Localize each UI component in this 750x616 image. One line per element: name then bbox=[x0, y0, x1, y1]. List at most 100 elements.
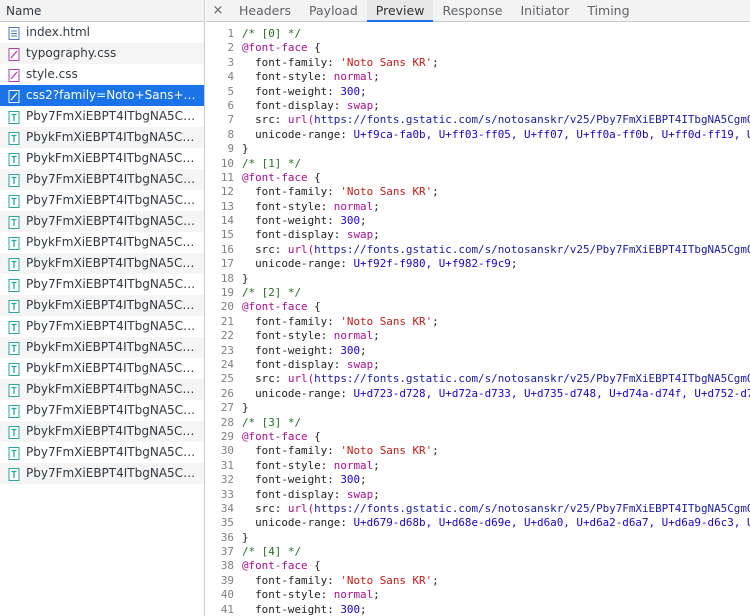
request-row[interactable]: Pby7FmXiEBPT4ITbgNA5Cgm... bbox=[0, 316, 204, 337]
code-line: 31 font-style: normal; bbox=[206, 459, 750, 473]
font-file-icon bbox=[8, 194, 20, 208]
code-line: 21 font-family: 'Noto Sans KR'; bbox=[206, 315, 750, 329]
request-row[interactable]: PbykFmXiEBPT4ITbgNA5Cgm2... bbox=[0, 358, 204, 379]
request-row[interactable]: PbykFmXiEBPT4ITbgNA5Cgm2... bbox=[0, 253, 204, 274]
code-token: } bbox=[242, 530, 249, 544]
tab-timing[interactable]: Timing bbox=[578, 0, 638, 21]
code-line: 5 font-weight: 300; bbox=[206, 85, 750, 99]
tab-payload[interactable]: Payload bbox=[300, 0, 367, 21]
request-row[interactable]: PbykFmXiEBPT4ITbgNA5Cgm2... bbox=[0, 295, 204, 316]
code-token: /* [3] */ bbox=[242, 415, 302, 429]
request-row[interactable]: index.html bbox=[0, 22, 204, 43]
line-number: 11 bbox=[220, 170, 234, 184]
request-row[interactable]: css2?family=Noto+Sans+KR:w... bbox=[0, 85, 204, 106]
line-number: 35 bbox=[220, 516, 234, 530]
tab-response[interactable]: Response bbox=[433, 0, 511, 21]
code-token: https://fonts.gstatic.com/s/notosanskr/v… bbox=[314, 113, 750, 127]
line-number: 41 bbox=[220, 602, 234, 616]
code-token: ; bbox=[373, 487, 380, 501]
code-line: 7 src: url(https://fonts.gstatic.com/s/n… bbox=[206, 113, 750, 127]
code-line: 23 font-weight: 300; bbox=[206, 344, 750, 358]
response-detail-pane: × Headers Payload Preview Response Initiator… bbox=[206, 0, 750, 616]
code-line: 35 unicode-range: U+d679-d68b, U+d68e-d6… bbox=[206, 516, 750, 530]
code-token: } bbox=[242, 142, 249, 156]
code-token: U+f9ca-fa0b, U+ff03-ff05, U+ff07, U+ff0a… bbox=[353, 127, 750, 141]
code-token: { bbox=[307, 300, 321, 314]
font-file-icon bbox=[8, 362, 20, 376]
code-token: /* [4] */ bbox=[242, 545, 302, 559]
font-file-icon bbox=[8, 152, 20, 166]
line-number: 10 bbox=[220, 156, 234, 170]
request-name: Pby7FmXiEBPT4ITbgNA5Cgm... bbox=[26, 172, 200, 186]
request-row[interactable]: PbykFmXiEBPT4ITbgNA5Cgm2... bbox=[0, 379, 204, 400]
line-number: 7 bbox=[227, 113, 234, 127]
code-token: normal bbox=[333, 329, 374, 343]
code-token: font-display: bbox=[242, 487, 347, 501]
font-file-icon bbox=[8, 236, 20, 250]
request-name: Pby7FmXiEBPT4ITbgNA5Cgm... bbox=[26, 403, 200, 417]
request-row[interactable]: PbykFmXiEBPT4ITbgNA5Cgm2... bbox=[0, 127, 204, 148]
code-token: ; bbox=[432, 314, 439, 328]
code-line: 34 src: url(https://fonts.gstatic.com/s/… bbox=[206, 502, 750, 516]
code-token: U+d723-d728, U+d72a-d733, U+d735-d748, U… bbox=[353, 386, 750, 400]
code-token: ; bbox=[360, 473, 367, 487]
request-row[interactable]: Pby7FmXiEBPT4ITbgNA5Cgm... bbox=[0, 442, 204, 463]
line-number: 29 bbox=[220, 429, 234, 443]
code-token: } bbox=[242, 401, 249, 415]
line-number: 26 bbox=[220, 386, 234, 400]
font-file-icon bbox=[8, 467, 20, 481]
code-line: 39 font-family: 'Noto Sans KR'; bbox=[206, 574, 750, 588]
line-number: 19 bbox=[220, 286, 234, 300]
request-row[interactable]: Pby7FmXiEBPT4ITbgNA5Cgm... bbox=[0, 400, 204, 421]
request-row[interactable]: PbykFmXiEBPT4ITbgNA5Cgm2... bbox=[0, 148, 204, 169]
request-name: PbykFmXiEBPT4ITbgNA5Cgm2... bbox=[26, 298, 200, 312]
request-row[interactable]: Pby7FmXiEBPT4ITbgNA5Cgm... bbox=[0, 190, 204, 211]
request-row[interactable]: Pby7FmXiEBPT4ITbgNA5Cgm... bbox=[0, 211, 204, 232]
font-file-icon bbox=[8, 299, 20, 313]
line-number: 3 bbox=[227, 55, 234, 69]
request-row[interactable]: Pby7FmXiEBPT4ITbgNA5Cgm... bbox=[0, 463, 204, 484]
line-number: 30 bbox=[220, 444, 234, 458]
code-line: 16 src: url(https://fonts.gstatic.com/s/… bbox=[206, 243, 750, 257]
font-file-icon bbox=[8, 425, 20, 439]
code-token: normal bbox=[333, 458, 374, 472]
preview-code-viewer[interactable]: 1 /* [0] */ 2 @font-face {3 font-family: 'N… bbox=[206, 27, 750, 616]
request-row[interactable]: PbykFmXiEBPT4ITbgNA5Cgm2... bbox=[0, 337, 204, 358]
code-line: 32 font-weight: 300; bbox=[206, 473, 750, 487]
code-line: 10 /* [1] */ bbox=[206, 157, 750, 171]
request-row[interactable]: typography.css bbox=[0, 43, 204, 64]
request-name: Pby7FmXiEBPT4ITbgNA5Cgm... bbox=[26, 445, 200, 459]
code-token: 300 bbox=[340, 343, 361, 357]
request-row[interactable]: PbykFmXiEBPT4ITbgNA5Cgm2... bbox=[0, 421, 204, 442]
tab-initiator[interactable]: Initiator bbox=[512, 0, 579, 21]
code-token: 300 bbox=[340, 214, 361, 228]
code-line: 6 font-display: swap; bbox=[206, 99, 750, 113]
code-line: 26 unicode-range: U+d723-d728, U+d72a-d7… bbox=[206, 387, 750, 401]
code-line: 37 /* [4] */ bbox=[206, 545, 750, 559]
request-row[interactable]: Pby7FmXiEBPT4ITbgNA5Cgm... bbox=[0, 169, 204, 190]
code-token: url( bbox=[287, 113, 315, 127]
code-token: 300 bbox=[340, 602, 361, 616]
font-file-icon bbox=[8, 110, 20, 124]
code-line: 27} bbox=[206, 401, 750, 415]
line-number: 6 bbox=[227, 98, 234, 112]
request-name: PbykFmXiEBPT4ITbgNA5Cgm2... bbox=[26, 256, 200, 270]
tab-preview[interactable]: Preview bbox=[366, 0, 434, 22]
code-token: swap bbox=[346, 357, 374, 371]
line-number: 8 bbox=[227, 127, 234, 141]
request-row[interactable]: Pby7FmXiEBPT4ITbgNA5Cgm... bbox=[0, 274, 204, 295]
line-number: 31 bbox=[220, 458, 234, 472]
name-column-header[interactable]: Name bbox=[0, 0, 204, 22]
request-row[interactable]: PbykFmXiEBPT4ITbgNA5Cgm2... bbox=[0, 232, 204, 253]
code-line: 1 /* [0] */ bbox=[206, 27, 750, 41]
request-name: Pby7FmXiEBPT4ITbgNA5Cgm... bbox=[26, 319, 200, 333]
code-token: font-style: bbox=[242, 588, 334, 602]
line-number: 1 bbox=[227, 27, 234, 40]
code-token: normal bbox=[333, 70, 374, 84]
tab-headers[interactable]: Headers bbox=[230, 0, 300, 21]
request-row[interactable]: style.css bbox=[0, 64, 204, 85]
request-row[interactable]: Pby7FmXiEBPT4ITbgNA5Cgm... bbox=[0, 106, 204, 127]
line-number: 14 bbox=[220, 214, 234, 228]
line-number: 18 bbox=[220, 271, 234, 285]
close-icon[interactable]: × bbox=[206, 0, 230, 21]
